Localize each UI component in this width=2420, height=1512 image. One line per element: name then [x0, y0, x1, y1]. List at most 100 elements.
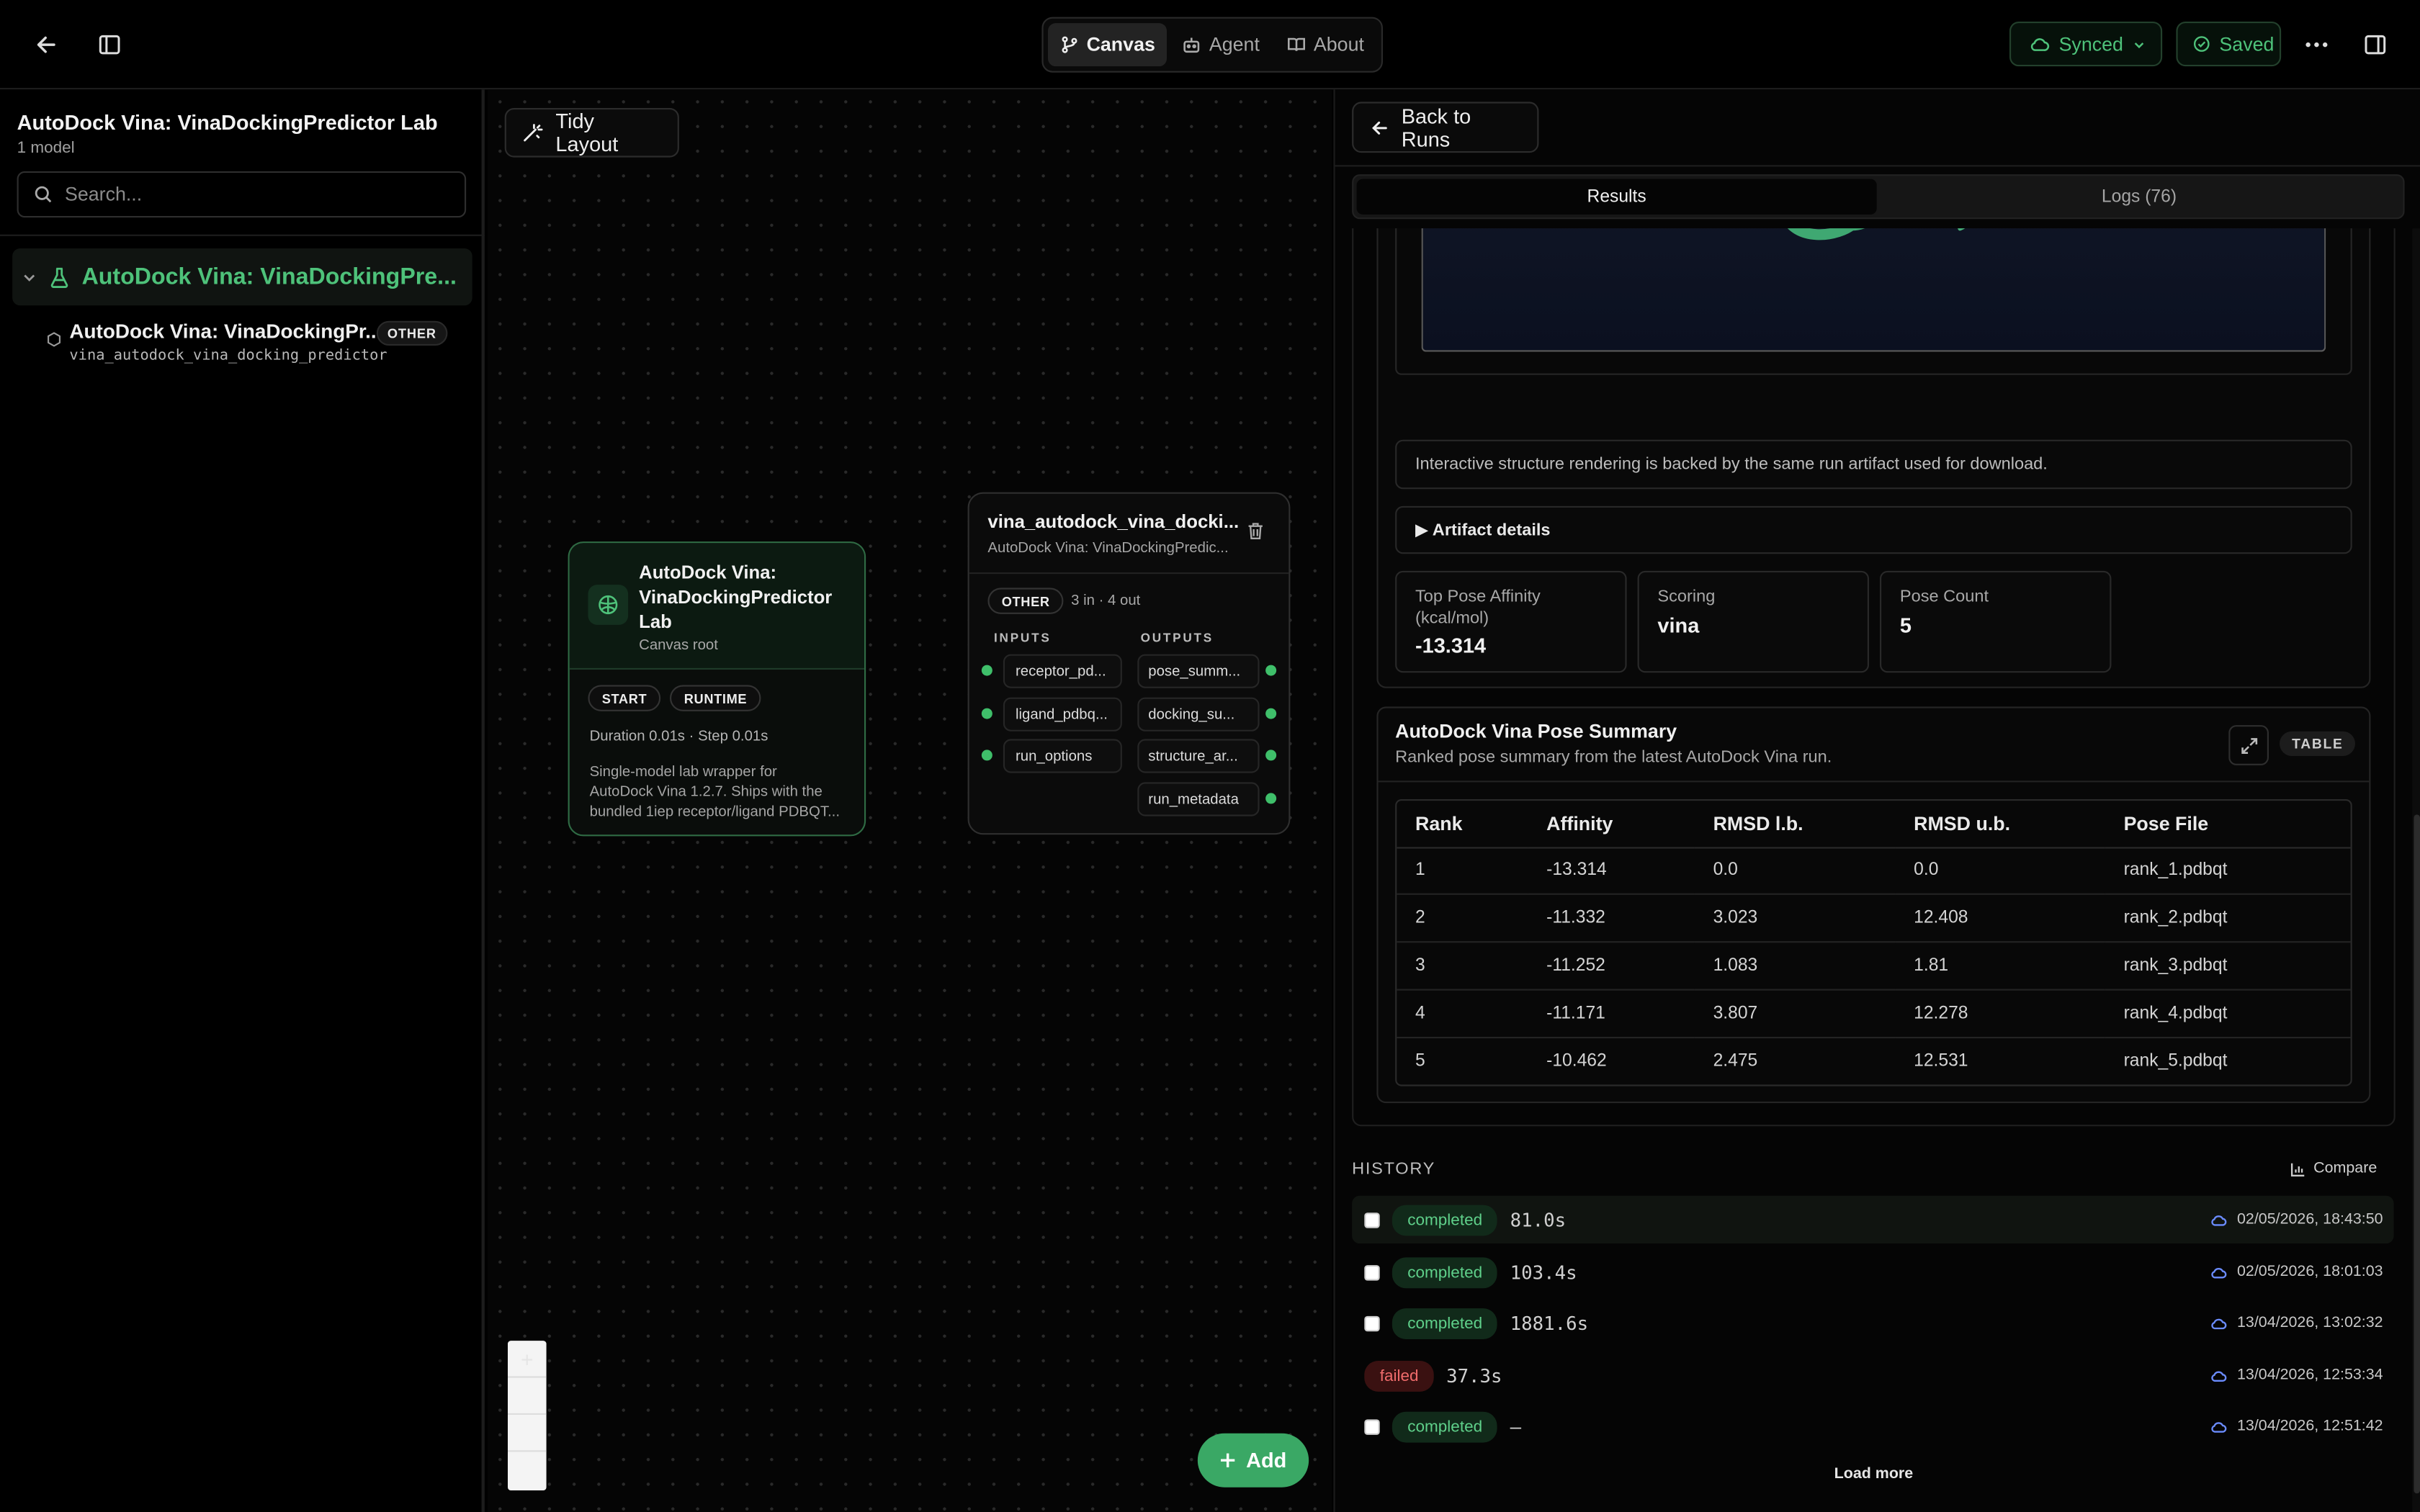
- status-badge: completed: [1392, 1256, 1498, 1288]
- model-item[interactable]: AutoDock Vina: VinaDockingPr... OTHER vi…: [46, 316, 478, 372]
- output-port-dot[interactable]: [1265, 750, 1277, 761]
- tab-about[interactable]: About: [1275, 23, 1376, 66]
- stat-pose-count: Pose Count 5: [1880, 570, 2112, 673]
- tab-logs[interactable]: Logs (76): [1878, 179, 2400, 215]
- scrollbar-track[interactable]: [2412, 228, 2420, 1512]
- molecule-icon: [588, 585, 629, 625]
- top-bar: Canvas Agent About Synced Saved: [0, 0, 2420, 90]
- cell: 5: [1415, 1052, 1425, 1071]
- compare-label: Compare: [2313, 1160, 2378, 1177]
- tool-node[interactable]: vina_autodock_vina_docki... AutoDock Vin…: [967, 492, 1291, 835]
- cloud-icon: [2211, 1369, 2228, 1382]
- arrow-left-icon: [1371, 118, 1389, 137]
- search-icon: [34, 185, 53, 204]
- output-port-run-metadata[interactable]: run_metadata: [1137, 782, 1260, 816]
- history-row[interactable]: failed 37.3s 13/04/2026, 12:53:34: [1352, 1351, 2393, 1399]
- history-row[interactable]: completed 81.0s 02/05/2026, 18:43:50: [1352, 1195, 2394, 1244]
- results-tabs: Results Logs (76): [1352, 174, 2405, 220]
- cell: 2.475: [1713, 1052, 1758, 1071]
- load-more-button[interactable]: Load more: [1335, 1466, 2413, 1483]
- lab-title: AutoDock Vina: VinaDockingPredictor Lab: [17, 111, 438, 135]
- timestamp-text: 02/05/2026, 18:01:03: [2237, 1264, 2383, 1281]
- output-port-pose-summary[interactable]: pose_summ...: [1137, 654, 1260, 688]
- cell: 1: [1397, 847, 1528, 896]
- output-port-docking-summary[interactable]: docking_su...: [1137, 697, 1260, 732]
- run-timestamp: 13/04/2026, 12:51:42: [2211, 1418, 2383, 1435]
- model-type-badge: OTHER: [376, 320, 447, 346]
- col-rank: Rank: [1397, 801, 1528, 848]
- artifact-details-toggle[interactable]: ▶ Artifact details: [1395, 505, 2352, 554]
- add-node-button[interactable]: Add: [1197, 1433, 1309, 1488]
- git-branch-icon: [1060, 35, 1079, 54]
- back-arrow-icon[interactable]: [23, 22, 69, 68]
- more-options-icon[interactable]: [2293, 22, 2339, 68]
- input-port-run-options[interactable]: run_options: [1003, 739, 1122, 773]
- cell: -11.252: [1528, 942, 1695, 991]
- flask-icon: [50, 266, 70, 288]
- table-header-row: Rank Affinity RMSD l.b. RMSD u.b. Pose F…: [1397, 801, 2351, 848]
- runtime-chip: RUNTIME: [670, 685, 761, 711]
- cell: 3.807: [1694, 989, 1896, 1038]
- output-port-dot[interactable]: [1265, 665, 1277, 676]
- tidy-layout-button[interactable]: Tidy Layout: [504, 108, 679, 158]
- cell: 4: [1397, 989, 1528, 1038]
- timestamp-text: 13/04/2026, 12:51:42: [2237, 1418, 2383, 1435]
- zoom-out-icon[interactable]: [508, 1378, 547, 1415]
- sidebar-toggle-icon[interactable]: [86, 22, 133, 68]
- workflow-canvas[interactable]: Tidy Layout AutoDock Vina: VinaDockingPr…: [488, 89, 1332, 1512]
- timestamp-text: 13/04/2026, 12:53:34: [2237, 1367, 2383, 1385]
- row-checkbox[interactable]: [1364, 1418, 1380, 1434]
- tab-agent[interactable]: Agent: [1170, 23, 1272, 66]
- col-rmsd-ub: RMSD u.b.: [1895, 801, 2105, 848]
- cell: -11.171: [1528, 989, 1695, 1038]
- pose-summary-title: AutoDock Vina Pose Summary: [1395, 720, 1677, 742]
- row-checkbox[interactable]: [1364, 1212, 1380, 1228]
- input-port-dot[interactable]: [981, 708, 992, 719]
- tab-results[interactable]: Results: [1356, 179, 1877, 215]
- output-port-dot[interactable]: [1265, 793, 1277, 804]
- molecule-viewer[interactable]: [1421, 228, 2326, 352]
- root-node-title-line3: Lab: [639, 611, 672, 633]
- output-port-dot[interactable]: [1265, 708, 1277, 719]
- magic-wand-icon: [521, 122, 543, 143]
- lock-icon[interactable]: [508, 1452, 547, 1488]
- history-row[interactable]: completed 103.4s 02/05/2026, 18:01:03: [1352, 1248, 2393, 1296]
- stat-top-pose-affinity: Top Pose Affinity (kcal/mol) -13.314: [1395, 570, 1627, 673]
- fit-view-icon[interactable]: [508, 1415, 547, 1452]
- input-port-ligand[interactable]: ligand_pdbq...: [1003, 697, 1122, 732]
- root-node-header: AutoDock Vina: VinaDockingPredictor Lab …: [569, 543, 864, 670]
- status-badge: completed: [1392, 1410, 1498, 1442]
- cell: -10.462: [1546, 1052, 1607, 1071]
- run-timestamp: 13/04/2026, 12:53:34: [2211, 1367, 2383, 1385]
- plus-icon: [1220, 1452, 1237, 1469]
- trash-icon[interactable]: [1247, 521, 1264, 540]
- zoom-controls: +: [508, 1341, 547, 1490]
- row-checkbox[interactable]: [1364, 1315, 1380, 1331]
- output-port-structure-artifact[interactable]: structure_ar...: [1137, 739, 1260, 773]
- compare-button[interactable]: Compare: [2290, 1160, 2377, 1177]
- root-node-subtitle: Canvas root: [639, 637, 718, 654]
- view-switcher: Canvas Agent About: [1041, 17, 1383, 73]
- timestamp-text: 13/04/2026, 13:02:32: [2237, 1314, 2383, 1332]
- row-checkbox[interactable]: [1364, 1264, 1380, 1280]
- cloud-icon: [2030, 35, 2050, 53]
- status-badge: completed: [1392, 1204, 1498, 1236]
- cell: 3.023: [1694, 894, 1896, 943]
- back-to-runs-button[interactable]: Back to Runs: [1352, 102, 1539, 153]
- search-input[interactable]: Search...: [17, 171, 467, 218]
- canvas-root-node[interactable]: AutoDock Vina: VinaDockingPredictor Lab …: [568, 541, 866, 837]
- model-group-row[interactable]: AutoDock Vina: VinaDockingPre...: [12, 248, 472, 306]
- expand-icon[interactable]: [2228, 725, 2269, 765]
- input-port-receptor[interactable]: receptor_pd...: [1003, 654, 1122, 688]
- input-port-dot[interactable]: [981, 665, 992, 676]
- history-row[interactable]: completed 1881.6s 13/04/2026, 13:02:32: [1352, 1299, 2393, 1346]
- tab-canvas[interactable]: Canvas: [1048, 23, 1168, 67]
- zoom-in-icon[interactable]: +: [508, 1341, 547, 1378]
- right-panel-toggle-icon[interactable]: [2352, 22, 2398, 68]
- cloud-icon: [2211, 1212, 2228, 1226]
- root-node-title-line2: VinaDockingPredictor: [639, 586, 833, 608]
- sync-dropdown[interactable]: Synced: [2009, 22, 2163, 67]
- input-port-dot[interactable]: [981, 750, 992, 761]
- scrollbar-thumb[interactable]: [2414, 814, 2420, 1494]
- history-row[interactable]: completed – 13/04/2026, 12:51:42: [1352, 1403, 2393, 1450]
